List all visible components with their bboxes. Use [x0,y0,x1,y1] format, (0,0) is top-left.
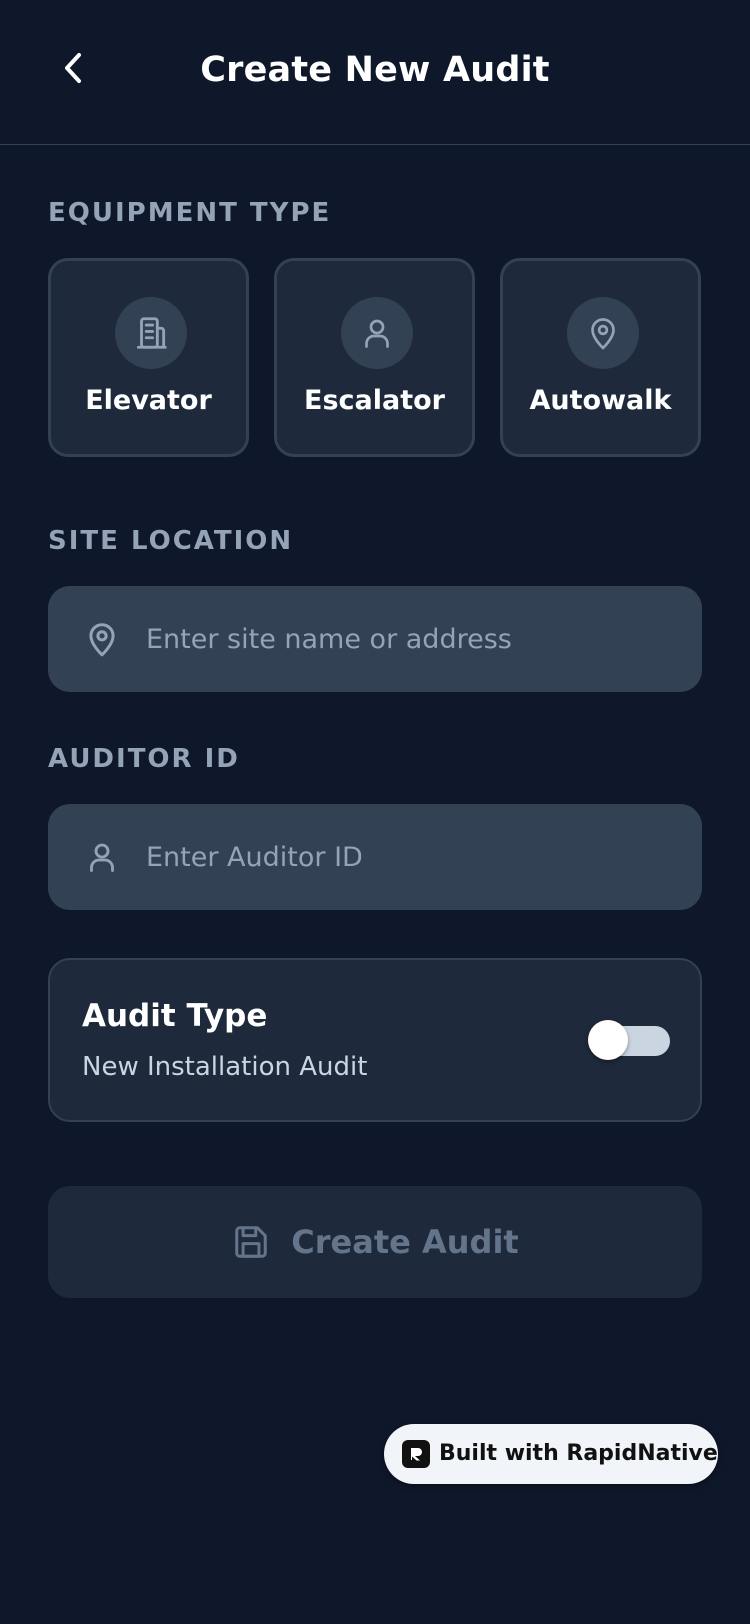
auditor-id-input[interactable] [146,804,682,910]
rapidnative-logo-icon [402,1440,430,1468]
audit-type-title: Audit Type [82,998,268,1034]
site-location-label: SITE LOCATION [48,526,294,556]
create-audit-button-label: Create Audit [291,1223,519,1261]
site-location-input[interactable] [146,586,682,692]
user-icon [82,837,122,877]
header: Create New Audit [0,0,750,145]
building-icon [115,297,187,369]
equipment-option-label: Escalator [304,385,445,416]
built-with-badge[interactable]: Built with RapidNative [384,1424,718,1484]
equipment-type-label: EQUIPMENT TYPE [48,198,332,228]
audit-type-toggle[interactable] [588,1020,670,1060]
create-audit-button-content: Create Audit [231,1222,519,1262]
create-audit-button[interactable]: Create Audit [48,1186,702,1298]
page-title: Create New Audit [200,50,550,90]
auditor-id-field[interactable] [48,804,702,910]
audit-type-subtitle: New Installation Audit [82,1052,368,1082]
auditor-id-label: AUDITOR ID [48,744,240,774]
equipment-option-autowalk[interactable]: Autowalk [500,258,701,457]
user-icon [341,297,413,369]
map-pin-icon [82,619,122,659]
equipment-option-label: Autowalk [529,385,672,416]
site-location-field[interactable] [48,586,702,692]
equipment-option-label: Elevator [85,385,212,416]
audit-type-card: Audit Type New Installation Audit [48,958,702,1122]
equipment-option-escalator[interactable]: Escalator [274,258,475,457]
equipment-options: Elevator Escalator Autowalk [48,258,702,457]
toggle-knob [588,1020,628,1060]
create-audit-screen: Create New Audit EQUIPMENT TYPE Elevator [0,0,750,1624]
map-pin-icon [567,297,639,369]
save-icon [231,1222,271,1262]
built-with-badge-label: Built with RapidNative [439,1441,718,1466]
equipment-option-elevator[interactable]: Elevator [48,258,249,457]
